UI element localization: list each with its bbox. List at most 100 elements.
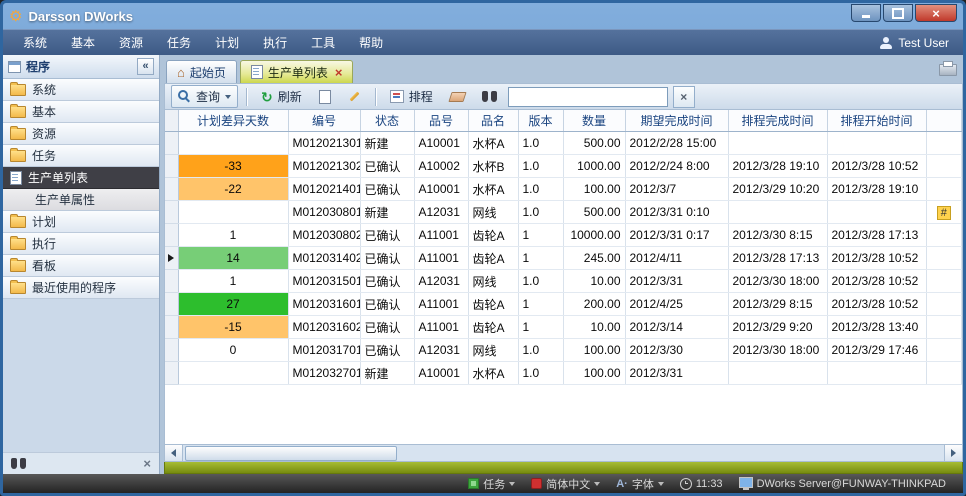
order-row[interactable]: -22M012021401已确认A10001水杯A1.0100.002012/3… [165, 178, 962, 201]
order-row[interactable]: 27M012031601已确认A11001齿轮A1200.002012/4/25… [165, 293, 962, 316]
cell: 齿轮A [468, 316, 518, 339]
new-doc-icon [319, 90, 331, 104]
cell [926, 270, 962, 293]
column-header[interactable]: 期望完成时间 [625, 110, 728, 132]
row-indicator-header [165, 110, 178, 132]
sidebar-item[interactable]: 系统 [3, 79, 159, 101]
order-row[interactable]: M012032701新建A10001水杯A1.0100.002012/3/31 [165, 362, 962, 385]
column-header[interactable]: 数量 [563, 110, 625, 132]
printer-icon[interactable] [939, 64, 957, 76]
chevron-down-icon [594, 482, 600, 486]
column-header[interactable] [926, 110, 962, 132]
sidebar-item[interactable]: 生产单列表 [3, 167, 159, 189]
note-marker[interactable]: # [937, 206, 951, 220]
order-row[interactable]: 0M012031701已确认A12031网线1.0100.002012/3/30… [165, 339, 962, 362]
find-binoculars-icon[interactable] [11, 458, 26, 469]
menu-item-5[interactable]: 计划 [203, 31, 251, 54]
sidebar-title: 程序 [26, 58, 50, 75]
cell: 2012/2/24 8:00 [625, 155, 728, 178]
sidebar-item[interactable]: 任务 [3, 145, 159, 167]
app-gear-icon: ⚙ [9, 9, 22, 24]
query-button[interactable]: 查询 [171, 85, 238, 108]
eraser-button[interactable] [444, 90, 471, 104]
toolbar-search-input[interactable] [508, 87, 668, 107]
query-button-label: 查询 [196, 88, 220, 105]
column-header[interactable]: 品名 [468, 110, 518, 132]
horizontal-scrollbar[interactable] [164, 445, 963, 462]
menu-item-6[interactable]: 执行 [251, 31, 299, 54]
column-header[interactable]: 排程完成时间 [728, 110, 827, 132]
sidebar-item[interactable]: 基本 [3, 101, 159, 123]
column-header[interactable]: 计划差异天数 [178, 110, 288, 132]
tab-production-order-list[interactable]: 生产单列表 × [240, 60, 354, 83]
sidebar-collapse-button[interactable]: « [137, 58, 154, 75]
scroll-left-arrow[interactable] [165, 445, 183, 461]
column-header[interactable]: 品号 [414, 110, 468, 132]
tab-start-page[interactable]: ⌂ 起始页 [166, 60, 237, 83]
order-row[interactable]: 1M012031501已确认A12031网线1.010.002012/3/312… [165, 270, 962, 293]
cell: 10.00 [563, 316, 625, 339]
sidebar-footer-close-icon[interactable]: × [143, 457, 151, 470]
refresh-button[interactable]: ↻ 刷新 [255, 86, 308, 107]
status-language-menu[interactable]: 简体中文 [524, 476, 607, 492]
menu-item-2[interactable]: 基本 [59, 31, 107, 54]
orders-table: 计划差异天数编号状态品号品名版本数量期望完成时间排程完成时间排程开始时间M012… [165, 110, 962, 385]
menu-item-8[interactable]: 帮助 [347, 31, 395, 54]
column-header[interactable]: 状态 [360, 110, 414, 132]
user-area[interactable]: Test User [880, 36, 955, 50]
column-header[interactable]: 版本 [518, 110, 563, 132]
cell: M012021302 [288, 155, 360, 178]
status-task-menu[interactable]: 任务 [461, 476, 522, 492]
cell: 2012/3/29 17:46 [827, 339, 926, 362]
close-button[interactable]: × [915, 4, 957, 22]
sidebar-item-label: 资源 [32, 125, 56, 142]
menu-item-3[interactable]: 资源 [107, 31, 155, 54]
cell [926, 293, 962, 316]
chevron-down-icon [658, 482, 664, 486]
status-font-menu[interactable]: A· 字体 [609, 476, 671, 492]
sidebar-item[interactable]: 资源 [3, 123, 159, 145]
row-indicator-cell [165, 155, 178, 178]
cell: 2012/3/14 [625, 316, 728, 339]
sidebar-items: 系统基本资源任务生产单列表生产单属性计划执行看板最近使用的程序 [3, 79, 159, 299]
cell: 网线 [468, 201, 518, 224]
order-row[interactable]: -15M012031602已确认A11001齿轮A110.002012/3/14… [165, 316, 962, 339]
order-row[interactable]: M012030801新建A12031网线1.0500.002012/3/31 0… [165, 201, 962, 224]
schedule-button[interactable]: 排程 [384, 86, 439, 107]
cell: 水杯A [468, 178, 518, 201]
sidebar-item[interactable]: 生产单属性 [3, 189, 159, 211]
sidebar-item-label: 生产单列表 [28, 169, 88, 186]
scrollbar-thumb[interactable] [185, 446, 397, 461]
clear-search-button[interactable]: × [673, 86, 695, 108]
sidebar-item[interactable]: 看板 [3, 255, 159, 277]
minimize-icon [862, 15, 870, 18]
edit-button[interactable] [342, 88, 367, 105]
tab-close-icon[interactable]: × [335, 66, 343, 79]
find-button[interactable] [476, 89, 503, 104]
sidebar-item-label: 计划 [32, 213, 56, 230]
order-row[interactable]: 14M012031402已确认A11001齿轮A1245.002012/4/11… [165, 247, 962, 270]
order-row[interactable]: M012021301新建A10001水杯A1.0500.002012/2/28 … [165, 132, 962, 155]
chevron-down-icon [509, 482, 515, 486]
column-header[interactable]: 排程开始时间 [827, 110, 926, 132]
sidebar-item[interactable]: 执行 [3, 233, 159, 255]
sidebar-item[interactable]: 计划 [3, 211, 159, 233]
cell: 27 [178, 293, 288, 316]
maximize-button[interactable] [883, 4, 913, 22]
order-row[interactable]: -33M012021302已确认A10002水杯B1.01000.002012/… [165, 155, 962, 178]
new-button[interactable] [313, 88, 337, 106]
cell: 500.00 [563, 201, 625, 224]
scroll-right-arrow[interactable] [944, 445, 962, 461]
menu-item-1[interactable]: 系统 [11, 31, 59, 54]
cell: 1.0 [518, 339, 563, 362]
menu-item-4[interactable]: 任务 [155, 31, 203, 54]
cell: 0 [178, 339, 288, 362]
cell: -33 [178, 155, 288, 178]
column-header[interactable]: 编号 [288, 110, 360, 132]
menu-item-7[interactable]: 工具 [299, 31, 347, 54]
order-row[interactable]: 1M012030802已确认A11001齿轮A110000.002012/3/3… [165, 224, 962, 247]
cell [827, 201, 926, 224]
grid-footer-strip [164, 462, 963, 474]
sidebar-item[interactable]: 最近使用的程序 [3, 277, 159, 299]
minimize-button[interactable] [851, 4, 881, 22]
